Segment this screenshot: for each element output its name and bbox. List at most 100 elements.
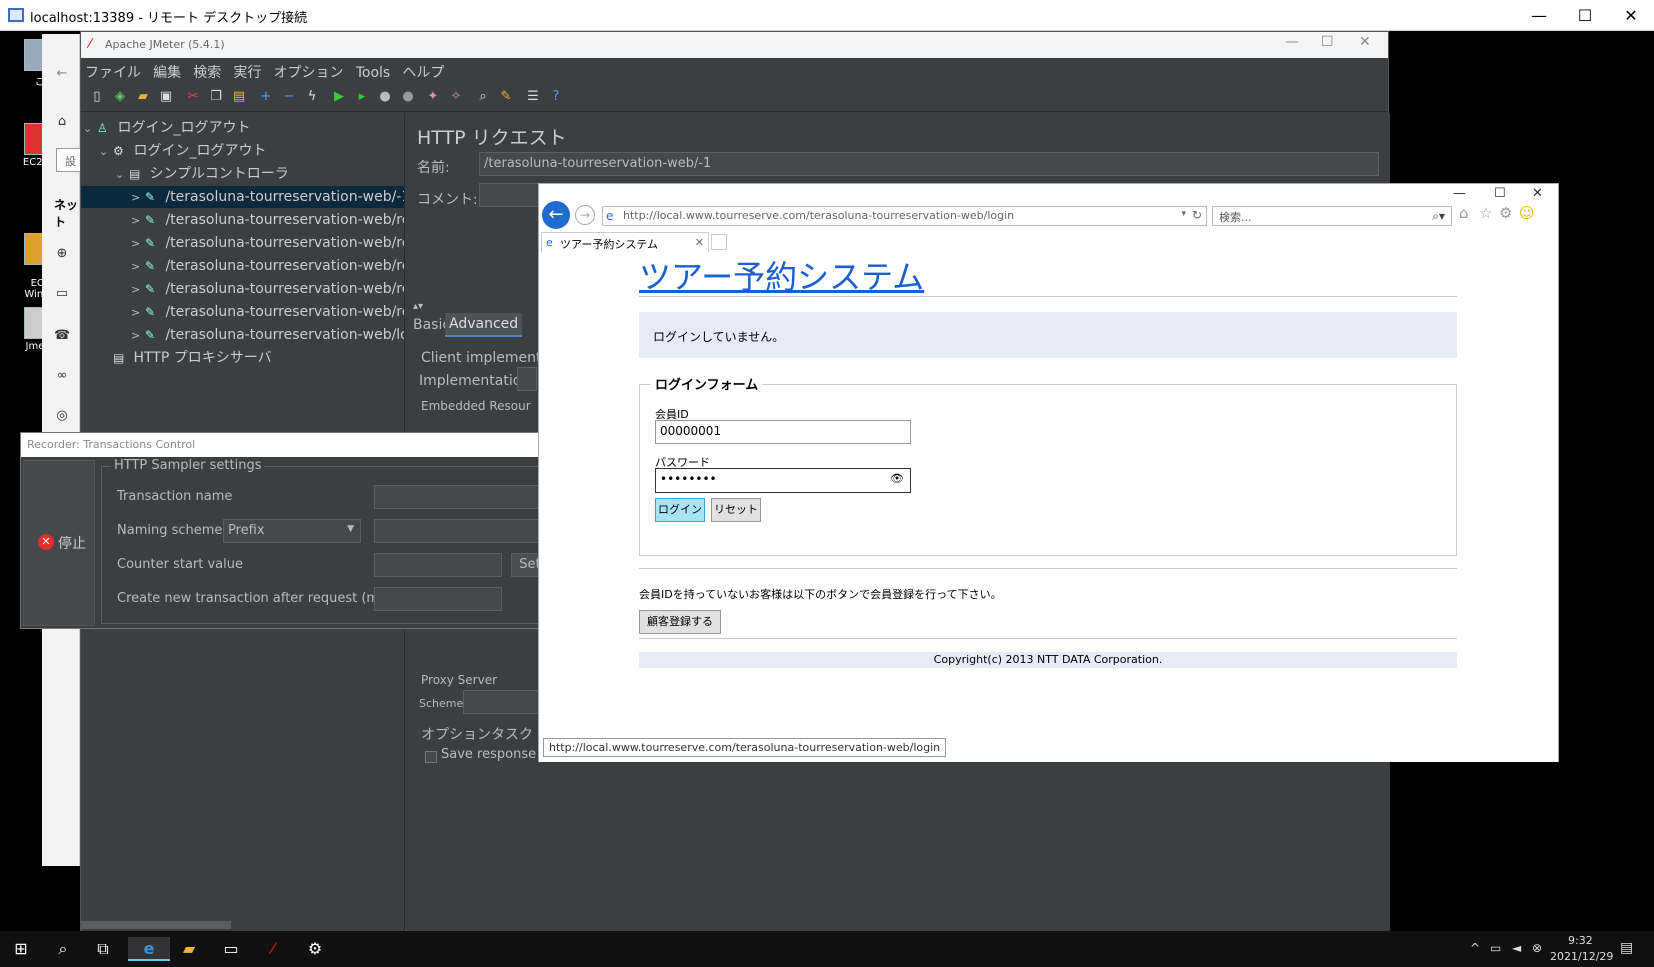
ie-tab-active[interactable]: e ツアー予約システム ✕ bbox=[541, 232, 709, 252]
tree-item-test-plan[interactable]: ⌄ ♙ ログイン_ログアウト bbox=[83, 117, 250, 139]
search-icon[interactable]: ⌕ bbox=[50, 937, 76, 961]
forward-button[interactable]: → bbox=[575, 205, 595, 225]
tray-chevron-icon[interactable]: ^ bbox=[1470, 941, 1480, 955]
volume-muted-icon[interactable]: ◄ bbox=[1512, 941, 1521, 955]
clear-all-icon[interactable]: ✧ bbox=[448, 89, 464, 105]
rdp-minimize-button[interactable]: — bbox=[1516, 0, 1562, 31]
tree-item-sampler-selected[interactable]: > ✎ /terasoluna-tourreservation-web/-1 bbox=[81, 186, 404, 208]
ie-taskbar-icon[interactable]: e bbox=[128, 937, 170, 961]
back-button[interactable]: ← bbox=[542, 201, 570, 229]
ie-minimize-button[interactable]: — bbox=[1453, 186, 1466, 201]
jmeter-taskbar-icon[interactable]: ⁄ bbox=[260, 937, 286, 961]
new-icon[interactable]: ▯ bbox=[89, 89, 105, 105]
stop-icon[interactable]: ● bbox=[377, 89, 393, 105]
toggle-icon[interactable]: ϟ bbox=[304, 89, 320, 105]
ethernet-icon[interactable]: ▭ bbox=[54, 286, 70, 302]
tree-item-thread-group[interactable]: ⌄ ⚙ ログイン_ログアウト bbox=[99, 140, 266, 162]
tree-item-simple-controller[interactable]: ⌄ ▤ シンプルコントローラ bbox=[115, 163, 289, 185]
copy-icon[interactable]: ❐ bbox=[208, 89, 224, 105]
comment-field[interactable] bbox=[479, 183, 539, 207]
open-icon[interactable]: ▰ bbox=[135, 89, 151, 105]
start-icon[interactable]: ▶ bbox=[331, 89, 347, 105]
rdp-close-button[interactable]: ✕ bbox=[1608, 0, 1654, 31]
jmeter-minimize-button[interactable]: — bbox=[1285, 34, 1299, 50]
clock-date[interactable]: 2021/12/29 bbox=[1550, 950, 1613, 963]
file-explorer-icon[interactable]: ▰ bbox=[176, 937, 202, 961]
function-helper-icon[interactable]: ☰ bbox=[525, 89, 541, 105]
search-icon[interactable]: ⌕ bbox=[475, 89, 491, 105]
menu-file[interactable]: ファイル bbox=[81, 58, 145, 82]
stop-recording-button[interactable]: ✕ 停止 bbox=[23, 460, 95, 626]
jmeter-maximize-button[interactable]: ☐ bbox=[1321, 34, 1334, 50]
error-tray-icon[interactable]: ⊗ bbox=[1532, 941, 1542, 955]
menu-run[interactable]: 実行 bbox=[229, 58, 265, 82]
globe-icon[interactable]: ◎ bbox=[54, 408, 70, 424]
name-field[interactable]: /terasoluna-tourreservation-web/-1 bbox=[479, 152, 1379, 176]
tree-item-sampler[interactable]: >✎ /terasoluna-tourreservation-web/resou… bbox=[131, 301, 404, 323]
network-status-icon[interactable]: ⊕ bbox=[54, 246, 70, 262]
expand-icon[interactable]: + bbox=[258, 89, 274, 105]
command-prompt-icon[interactable]: ▭ bbox=[218, 937, 244, 961]
notification-center-icon[interactable]: ▤ bbox=[1620, 940, 1633, 956]
menu-edit[interactable]: 編集 bbox=[149, 58, 185, 82]
tree-item-sampler[interactable]: >✎ /terasoluna-tourreservation-web/login… bbox=[131, 324, 404, 346]
tree-item-sampler[interactable]: >✎ /terasoluna-tourreservation-web/resou… bbox=[131, 232, 404, 254]
menu-help[interactable]: ヘルプ bbox=[398, 58, 448, 82]
vpn-icon[interactable]: ∞ bbox=[54, 368, 70, 384]
naming-scheme-select[interactable]: Prefix ▼ bbox=[223, 519, 361, 543]
tree-item-sampler[interactable]: >✎ /terasoluna-tourreservation-web/resou… bbox=[131, 278, 404, 300]
implementation-select[interactable] bbox=[517, 367, 537, 391]
scheme-field[interactable] bbox=[463, 690, 543, 714]
tree-item-sampler[interactable]: >✎ /terasoluna-tourreservation-web/resou… bbox=[131, 209, 404, 231]
tree-item-sampler[interactable]: >✎ /terasoluna-tourreservation-web/resou… bbox=[131, 255, 404, 277]
menu-options[interactable]: オプション bbox=[270, 58, 348, 82]
tab-advanced[interactable]: Advanced bbox=[445, 313, 523, 337]
tab-close-icon[interactable]: ✕ bbox=[695, 236, 704, 249]
rdp-maximize-button[interactable]: ☐ bbox=[1562, 0, 1608, 31]
start-no-pause-icon[interactable]: ▸ bbox=[354, 89, 370, 105]
home-icon[interactable]: ⌂ bbox=[54, 114, 70, 130]
paste-icon[interactable]: ▤ bbox=[231, 89, 247, 105]
new-tab-button[interactable] bbox=[711, 234, 727, 250]
network-tray-icon[interactable]: ▭ bbox=[1490, 941, 1501, 955]
save-icon[interactable]: ▣ bbox=[158, 89, 174, 105]
create-new-transaction-input[interactable] bbox=[374, 587, 502, 611]
clear-icon[interactable]: ✦ bbox=[425, 89, 441, 105]
help-icon[interactable]: ? bbox=[548, 89, 564, 105]
site-title-link[interactable]: ツアー予約システム bbox=[639, 252, 924, 298]
favorites-star-icon[interactable]: ☆ bbox=[1479, 204, 1492, 222]
shutdown-icon[interactable]: ● bbox=[400, 89, 416, 105]
ie-maximize-button[interactable]: ☐ bbox=[1494, 186, 1506, 201]
gear-icon[interactable]: ⚙ bbox=[1499, 204, 1512, 222]
menu-tools[interactable]: Tools bbox=[352, 61, 395, 81]
settings-gear-icon[interactable]: ⚙ bbox=[302, 937, 328, 961]
smiley-feedback-icon[interactable]: ☺ bbox=[1519, 204, 1535, 222]
templates-icon[interactable]: ◈ bbox=[112, 89, 128, 105]
tree-item-proxy-server[interactable]: ▤ HTTP プロキシサーバ bbox=[113, 347, 272, 369]
tree-scrollbar[interactable] bbox=[81, 921, 231, 929]
dialup-icon[interactable]: ☎ bbox=[54, 328, 70, 344]
reset-button[interactable]: リセット bbox=[711, 498, 761, 522]
start-button[interactable]: ⊞ bbox=[8, 937, 34, 961]
save-response-checkbox[interactable] bbox=[425, 751, 437, 763]
cut-icon[interactable]: ✂ bbox=[185, 89, 201, 105]
password-input[interactable]: •••••••• 👁 bbox=[655, 468, 911, 493]
refresh-icon[interactable]: ↻ bbox=[1192, 208, 1202, 222]
address-dropdown-icon[interactable]: ▾ bbox=[1181, 209, 1186, 219]
search-icon[interactable]: ⌕▾ bbox=[1432, 209, 1445, 224]
splitter-arrows-icon[interactable]: ▴▾ bbox=[413, 301, 423, 312]
settings-search-input[interactable]: 設 bbox=[56, 148, 82, 172]
home-icon[interactable]: ⌂ bbox=[1459, 204, 1469, 222]
register-button[interactable]: 顧客登録する bbox=[639, 610, 721, 634]
jmeter-close-button[interactable]: ✕ bbox=[1359, 34, 1371, 50]
menu-search[interactable]: 検索 bbox=[189, 58, 225, 82]
back-arrow-icon[interactable]: ← bbox=[54, 66, 70, 82]
search-box[interactable]: 検索... ⌕▾ bbox=[1212, 206, 1452, 226]
task-view-icon[interactable]: ⧉ bbox=[90, 937, 116, 961]
login-button[interactable]: ログイン bbox=[655, 498, 705, 522]
address-bar[interactable]: e http://local.www.tourreserve.com/teras… bbox=[602, 206, 1207, 226]
ie-close-button[interactable]: ✕ bbox=[1532, 186, 1543, 201]
reveal-password-icon[interactable]: 👁 bbox=[890, 472, 904, 485]
reset-search-icon[interactable]: ✎ bbox=[498, 89, 514, 105]
counter-start-input[interactable] bbox=[374, 553, 502, 577]
